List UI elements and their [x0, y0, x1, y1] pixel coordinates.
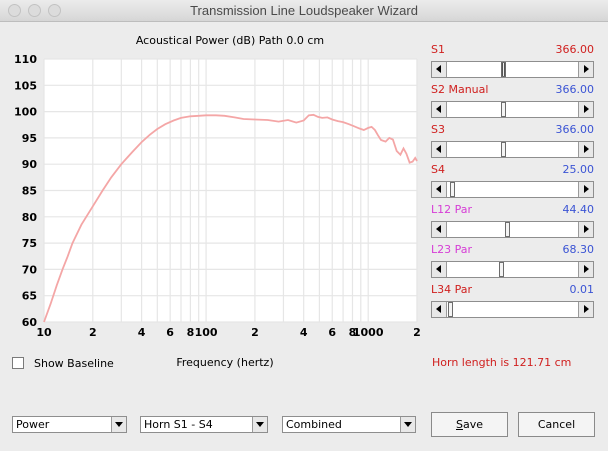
slider-thumb[interactable] — [501, 142, 507, 157]
frequency-response-plot: 606570758085909510010511010 2 4 6 8 100 2 4 6 810… — [14, 53, 421, 339]
slider-left-arrow-icon[interactable] — [432, 222, 447, 237]
x-tick-label: 6 — [328, 326, 336, 339]
y-tick-label: 90 — [22, 158, 38, 171]
y-tick-label: 100 — [14, 106, 37, 119]
show-baseline-toggle[interactable]: Show Baseline — [12, 356, 114, 370]
title-bar: Transmission Line Loudspeaker Wizard — [0, 0, 608, 22]
y-tick-label: 85 — [22, 185, 37, 198]
slider-thumb[interactable] — [501, 62, 507, 77]
param-slider[interactable] — [431, 141, 594, 158]
param-slider[interactable] — [431, 221, 594, 238]
param-value: 366.00 — [555, 123, 595, 136]
param-label: L23 Par — [431, 243, 473, 256]
param-value: 25.00 — [562, 163, 595, 176]
x-tick-label: 6 — [166, 326, 174, 339]
slider-left-arrow-icon[interactable] — [432, 262, 447, 277]
param-slider[interactable] — [431, 301, 594, 318]
x-tick-label: 2 — [89, 326, 97, 339]
wizard-window: Transmission Line Loudspeaker Wizard Aco… — [0, 0, 608, 451]
param-value: 366.00 — [555, 83, 595, 96]
slider-left-arrow-icon[interactable] — [432, 102, 447, 117]
x-tick-label: 8 — [187, 326, 195, 339]
param-label: S1 — [431, 43, 445, 56]
slider-thumb[interactable] — [505, 222, 511, 237]
combine-select-value: Combined — [286, 418, 342, 431]
slider-left-arrow-icon[interactable] — [432, 302, 447, 317]
slider-thumb[interactable] — [448, 302, 453, 317]
y-tick-label: 65 — [22, 290, 37, 303]
show-baseline-label: Show Baseline — [34, 356, 114, 370]
param-label: L34 Par — [431, 283, 473, 296]
chevron-down-icon[interactable] — [252, 417, 267, 432]
param-value: 44.40 — [562, 203, 595, 216]
param-slider[interactable] — [431, 181, 594, 198]
x-tick-label: 2 — [251, 326, 259, 339]
x-tick-label: 10 — [36, 326, 52, 339]
save-button[interactable]: Save — [431, 412, 508, 437]
save-button-label: ave — [462, 418, 483, 431]
slider-thumb[interactable] — [501, 102, 507, 117]
slider-right-arrow-icon[interactable] — [578, 102, 593, 117]
slider-left-arrow-icon[interactable] — [432, 62, 447, 77]
param-label: S2 Manual — [431, 83, 489, 96]
horn-length-text: Horn length is 121.71 cm — [432, 356, 572, 369]
chevron-down-icon[interactable] — [111, 417, 126, 432]
y-tick-label: 110 — [14, 53, 37, 66]
horn-select-value: Horn S1 - S4 — [144, 418, 213, 431]
y-tick-label: 70 — [22, 263, 38, 276]
param-label: S4 — [431, 163, 445, 176]
slider-thumb[interactable] — [498, 262, 504, 277]
param-slider[interactable] — [431, 101, 594, 118]
x-tick-label: 100 — [195, 326, 218, 339]
plot-title: Acoustical Power (dB) Path 0.0 cm — [135, 34, 325, 47]
y-tick-label: 80 — [22, 211, 38, 224]
chevron-down-icon[interactable] — [400, 417, 415, 432]
slider-left-arrow-icon[interactable] — [432, 142, 447, 157]
param-label: S3 — [431, 123, 445, 136]
x-tick-label: 4 — [300, 326, 308, 339]
slider-thumb[interactable] — [450, 182, 456, 197]
param-slider[interactable] — [431, 61, 594, 78]
slider-right-arrow-icon[interactable] — [578, 182, 593, 197]
x-tick-label: 4 — [138, 326, 146, 339]
cancel-button[interactable]: Cancel — [518, 412, 595, 437]
x-tick-label: 2 — [413, 326, 421, 339]
horn-select[interactable]: Horn S1 - S4 — [140, 416, 268, 433]
slider-right-arrow-icon[interactable] — [578, 62, 593, 77]
slider-right-arrow-icon[interactable] — [578, 262, 593, 277]
window-title: Transmission Line Loudspeaker Wizard — [190, 3, 418, 18]
y-tick-label: 75 — [22, 237, 37, 250]
x-axis-label: Frequency (hertz) — [176, 356, 274, 369]
mode-select[interactable]: Power — [12, 416, 127, 433]
y-tick-label: 105 — [14, 79, 37, 92]
y-tick-label: 60 — [22, 316, 38, 329]
x-tick-label: 1000 — [353, 326, 384, 339]
param-value: 366.00 — [555, 43, 595, 56]
param-slider[interactable] — [431, 261, 594, 278]
mode-select-value: Power — [16, 418, 50, 431]
y-tick-label: 95 — [22, 132, 37, 145]
save-button-mnemonic: S — [455, 418, 463, 431]
show-baseline-checkbox[interactable] — [12, 357, 24, 369]
slider-left-arrow-icon[interactable] — [432, 182, 447, 197]
param-value: 68.30 — [562, 243, 595, 256]
param-label: L12 Par — [431, 203, 473, 216]
slider-right-arrow-icon[interactable] — [578, 222, 593, 237]
slider-right-arrow-icon[interactable] — [578, 302, 593, 317]
param-value: 0.01 — [569, 283, 595, 296]
slider-right-arrow-icon[interactable] — [578, 142, 593, 157]
combine-select[interactable]: Combined — [282, 416, 416, 433]
